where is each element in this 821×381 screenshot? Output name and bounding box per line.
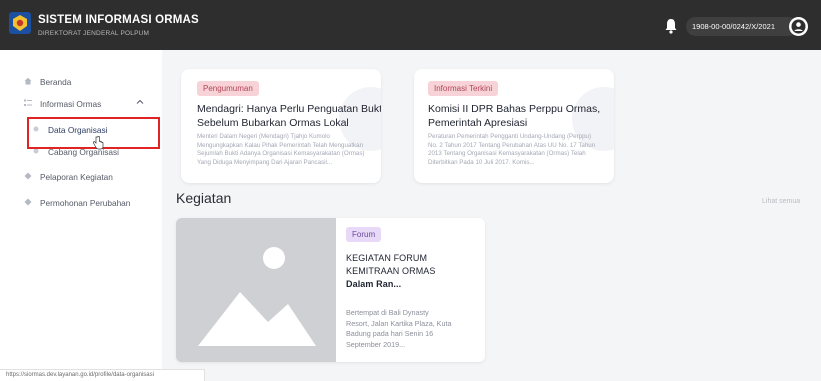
activity-description: Bertempat di Bali Dynasty Resort, Jalan … [346,308,461,350]
dot-icon [33,126,39,132]
activity-desc-line: Bertempat di Bali Dynasty [346,308,429,317]
news-category-badge: Informasi Terkini [428,81,499,96]
excerpt-line: Diterbitkan Pada 10 Juli 2017. Komis... [428,158,535,166]
activity-title-line: KEMITRAAN ORMAS [346,266,436,276]
news-excerpt: Menteri Dalam Negeri (Mendagri) Tjahjo K… [197,133,377,167]
excerpt-line: Mengungkapkan Kalau Pihak Pemerintah Tel… [197,141,364,149]
activity-title-line: KEGIATAN FORUM [346,253,428,263]
excerpt-line: Peraturan Pemerintah Pengganti Undang-Un… [428,133,592,140]
news-excerpt: Peraturan Pemerintah Pengganti Undang-Un… [428,133,610,167]
ministry-logo-icon [9,12,31,34]
sidebar-item-label: Beranda [40,77,72,87]
activity-title: KEGIATAN FORUM KEMITRAAN ORMAS Dalam Ran… [346,252,466,291]
chevron-up-icon[interactable] [136,98,144,106]
excerpt-line: 2013 Tentang Organisasi Kemasyarakatan (… [428,150,586,157]
dot-icon [33,148,39,154]
activity-desc-line: Badung pada hari Senin 16 [346,329,434,338]
activity-category-badge: Forum [346,227,382,242]
excerpt-line: Menteri Dalam Negeri (Mendagri) Tjahjo K… [197,133,330,140]
user-avatar-icon[interactable] [789,17,808,36]
news-title-line: Pemerintah Apresiasi [428,117,528,129]
sidebar-item-label: Data Organisasi [48,125,108,135]
list-icon [24,99,32,106]
news-card[interactable]: Informasi Terkini Komisi II DPR Bahas Pe… [414,69,614,183]
excerpt-line: Sejumlah Bukti Adanya Organisasi Kemasya… [197,150,365,157]
top-navbar: SISTEM INFORMASI ORMAS DIREKTORAT JENDER… [0,0,821,50]
excerpt-line: No. 2 Tahun 2017 Tentang Perubahan Atas … [428,141,596,149]
activity-card[interactable]: Forum KEGIATAN FORUM KEMITRAAN ORMAS Dal… [176,218,485,362]
excerpt-line: Yang Diduga Menyimpang Dari Ajaran Panca… [197,158,333,166]
image-placeholder [176,218,336,362]
sidebar-item-label: Informasi Ormas [40,99,102,109]
sidebar-item-data-organisasi[interactable]: Data Organisasi [0,120,162,140]
sidebar-item-beranda[interactable]: Beranda [0,72,162,92]
report-icon [24,172,32,180]
news-title-line: Komisi II DPR Bahas Perppu Ormas, [428,103,601,115]
sidebar-item-label: Cabang Organisasi [48,147,120,157]
activity-title-line: Dalam Ran... [346,279,402,289]
notification-bell-icon[interactable] [664,18,678,34]
news-title-line: Mendagri: Hanya Perlu Penguatan Bukti [197,103,381,115]
activity-desc-line: September 2019... [346,339,406,349]
news-category-badge: Pengumuman [197,81,259,96]
sidebar-item-informasi-ormas[interactable]: Informasi Ormas [0,94,162,114]
sidebar-item-label: Pelaporan Kegiatan [40,172,113,182]
news-card[interactable]: Pengumuman Mendagri: Hanya Perlu Penguat… [181,69,381,183]
sidebar-item-permohonan-perubahan[interactable]: Permohonan Perubahan [0,193,162,213]
section-title-kegiatan: Kegiatan [176,190,232,206]
sidebar-item-cabang-organisasi[interactable]: Cabang Organisasi [0,142,162,162]
news-title: Mendagri: Hanya Perlu Penguatan Bukti Se… [197,102,381,130]
news-title-line: Sebelum Bubarkan Ormas Lokal [197,117,349,129]
home-icon [24,77,32,85]
app-subtitle: DIREKTORAT JENDERAL POLPUM [38,30,150,37]
request-icon [24,198,32,206]
user-id-badge[interactable]: 1908-00-00/0242/X/2021 [686,17,798,36]
browser-status-url: https://siormas.dev.layanan.go.id/profil… [0,369,205,381]
sidebar-item-label: Permohonan Perubahan [40,198,131,208]
app-title: SISTEM INFORMASI ORMAS [38,14,199,26]
see-all-link[interactable]: Lihat semua [762,198,800,205]
news-title: Komisi II DPR Bahas Perppu Ormas, Pemeri… [428,102,614,130]
sidebar-item-pelaporan-kegiatan[interactable]: Pelaporan Kegiatan [0,167,162,187]
activity-desc-line: Resort, Jalan Kartika Plaza, Kuta [346,318,452,328]
image-placeholder-icon [176,218,336,362]
hand-cursor-icon [92,136,104,150]
